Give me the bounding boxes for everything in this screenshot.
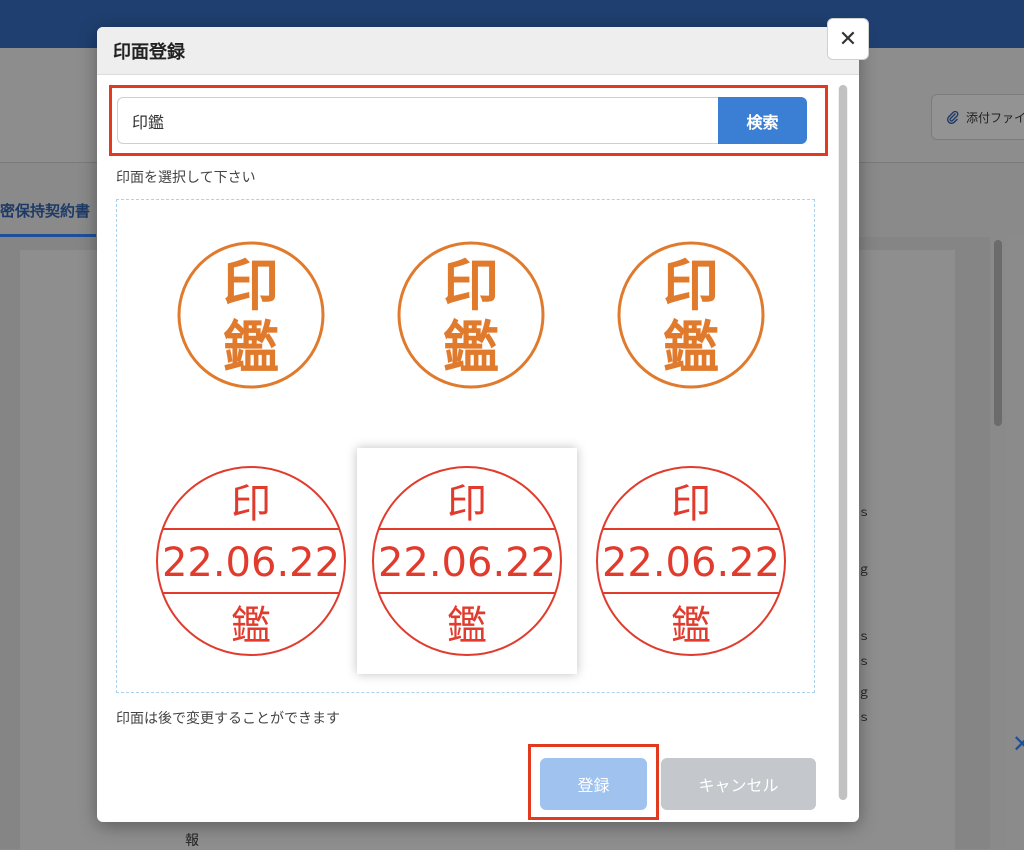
stamp-graphic: 印 22.06.22 鑑 xyxy=(156,466,346,656)
search-button[interactable]: 検索 xyxy=(718,97,807,144)
close-icon: ✕ xyxy=(838,26,858,52)
document-scrollbar-thumb[interactable] xyxy=(994,240,1002,426)
attach-file-label: 添付ファイ xyxy=(966,110,1024,125)
stamp-option-2[interactable]: 印鑑 xyxy=(361,206,581,432)
dialog-title: 印面登録 xyxy=(113,42,185,63)
stamp-option-3[interactable]: 印鑑 xyxy=(581,206,801,432)
stamp-graphic: 印 22.06.22 鑑 xyxy=(596,466,786,656)
close-button[interactable]: ✕ xyxy=(827,18,869,60)
search-input[interactable] xyxy=(117,97,719,144)
stamp-bottom-char: 鑑 xyxy=(663,315,719,381)
stamp-top-char: 印 xyxy=(231,481,271,527)
close-panel-icon[interactable]: ✕ xyxy=(1012,730,1024,758)
stamp-grid: 印鑑 印鑑 印鑑 印 22.06.22 鑑 印 22.06.22 鑑 印 22.06.22… xyxy=(116,199,815,693)
stamp-graphic: 印 22.06.22 鑑 xyxy=(372,466,562,656)
paperclip-icon xyxy=(946,110,959,124)
document-text-fragment: 報 xyxy=(185,833,199,849)
stamp-date: 22.06.22 xyxy=(378,540,556,586)
attach-file-button[interactable]: 添付ファイ xyxy=(931,94,1024,140)
stamp-date: 22.06.22 xyxy=(162,540,340,586)
side-mark: ｓ xyxy=(858,505,871,519)
stamp-graphic: 印鑑 xyxy=(177,241,325,389)
stamp-top-char: 印 xyxy=(447,481,487,527)
stamp-bottom-char: 鑑 xyxy=(447,603,487,649)
stamp-graphic: 印鑑 xyxy=(397,241,545,389)
dialog-scrollbar-thumb[interactable] xyxy=(839,85,847,800)
stamp-bottom-char: 鑑 xyxy=(231,603,271,649)
stamp-option-1[interactable]: 印鑑 xyxy=(141,206,361,432)
register-button[interactable]: 登録 xyxy=(540,758,647,810)
stamp-top-char: 印 xyxy=(663,253,719,319)
stamp-bottom-char: 鑑 xyxy=(223,315,279,381)
stamp-date: 22.06.22 xyxy=(602,540,780,586)
stamp-top-char: 印 xyxy=(671,481,711,527)
instruction-text: 印面を選択して下さい xyxy=(116,170,256,186)
stamp-top-char: 印 xyxy=(443,253,499,319)
stamp-graphic: 印鑑 xyxy=(617,241,765,389)
dialog-header: 印面登録 xyxy=(97,27,859,75)
stamp-top-char: 印 xyxy=(223,253,279,319)
side-mark: ｓ xyxy=(858,654,871,668)
side-mark: ｇ xyxy=(858,562,871,576)
stamp-registration-dialog: 印面登録 検索 印面を選択して下さい 印鑑 印鑑 印鑑 印22.06.22鑑 印… xyxy=(97,27,859,822)
side-mark: ｓ xyxy=(858,629,871,643)
stamp-bottom-char: 鑑 xyxy=(443,315,499,381)
document-tab[interactable]: 密保持契約書 xyxy=(0,200,90,221)
side-mark: ｇ xyxy=(858,685,871,699)
stamp-option-6[interactable]: 印 22.06.22 鑑 xyxy=(581,448,801,674)
side-mark: ｓ xyxy=(858,710,871,724)
stamp-option-5-selected[interactable]: 印 22.06.22 鑑 xyxy=(357,448,577,674)
stamp-bottom-char: 鑑 xyxy=(671,603,711,649)
stamp-option-4[interactable]: 印 22.06.22 鑑 xyxy=(141,448,361,674)
cancel-button[interactable]: キャンセル xyxy=(661,758,816,810)
note-text: 印面は後で変更することができます xyxy=(116,711,340,727)
